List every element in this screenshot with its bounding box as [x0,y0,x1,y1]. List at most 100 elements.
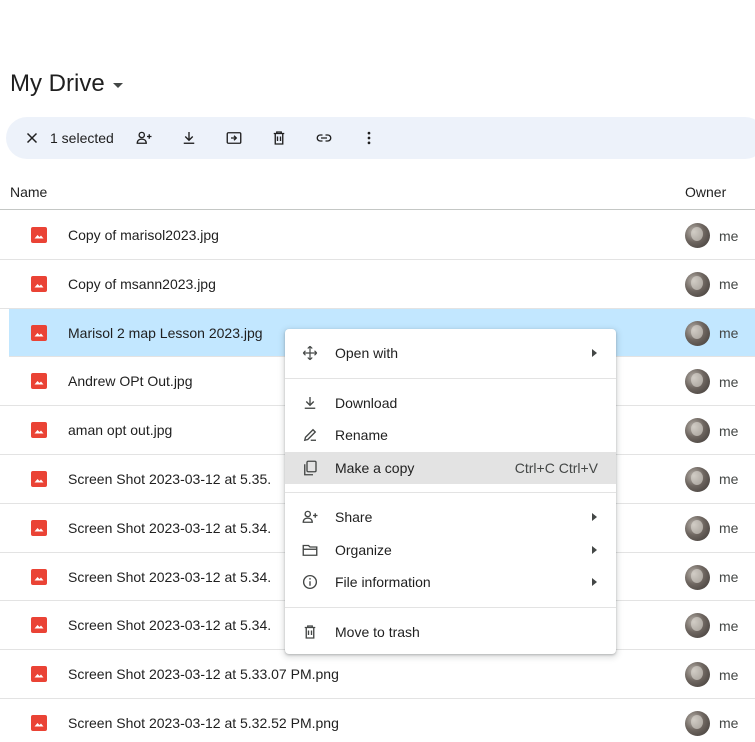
menu-label: Download [335,394,398,411]
image-file-icon [31,275,47,292]
menu-item-file-information[interactable]: File information [285,566,616,599]
menu-label: Rename [335,427,388,443]
owner-label: me [719,325,739,342]
menu-label: Make a copy [335,459,415,476]
image-file-icon [31,470,47,487]
move-button[interactable] [216,120,252,156]
info-icon [301,573,319,591]
keyboard-shortcut: Ctrl+C Ctrl+V [514,459,598,476]
submenu-arrow-icon [592,513,597,521]
selected-count: 1 selected [50,130,114,146]
avatar [685,613,710,639]
download-button[interactable] [171,120,207,156]
selection-toolbar: 1 selected [6,117,755,159]
open-with-icon [301,344,319,362]
image-file-icon [31,324,47,341]
menu-label: Move to trash [335,623,420,640]
menu-label: Organize [335,541,392,558]
menu-item-move-to-trash[interactable]: Move to trash [285,616,616,649]
add-person-icon [136,131,152,144]
owner-cell: me [685,710,739,736]
submenu-arrow-icon [592,349,597,357]
menu-item-download[interactable]: Download [285,387,616,420]
column-owner[interactable]: Owner [685,184,726,200]
file-name: Screen Shot 2023-03-12 at 5.34. [68,568,272,585]
owner-cell: me [685,320,739,346]
owner-label: me [719,373,739,390]
column-header: Name Owner [0,176,755,210]
copy-icon [301,459,319,477]
avatar [685,418,710,444]
caret-down-icon [112,82,123,88]
file-name: Screen Shot 2023-03-12 at 5.35. [68,470,272,487]
menu-item-rename[interactable]: Rename [285,419,616,452]
image-file-icon [31,519,47,536]
image-file-icon [31,714,47,731]
avatar [685,223,710,248]
image-file-icon [31,666,47,683]
owner-label: me [719,666,739,683]
avatar [685,466,710,492]
owner-cell: me [685,613,738,639]
file-name: Screen Shot 2023-03-12 at 5.34. [68,617,272,634]
menu-item-make-a-copy[interactable]: Make a copy Ctrl+C Ctrl+V [285,451,616,484]
column-name[interactable]: Name [10,184,47,200]
owner-cell: me [685,662,739,688]
avatar [685,369,710,395]
owner-cell: me [685,564,739,590]
menu-label: File information [335,574,431,590]
owner-cell: me [685,418,739,444]
owner-label: me [719,569,739,586]
pencil-icon [301,426,319,444]
file-row[interactable]: Screen Shot 2023-03-12 at 5.33.07 PM.png… [0,650,755,699]
context-menu: Open with Download Rename Make a copy Ct… [285,329,616,654]
image-file-icon [31,227,47,243]
owner-cell: me [685,466,739,492]
menu-label: Open with [335,345,399,361]
avatar [685,515,710,541]
close-icon [26,132,38,144]
owner-label: me [719,715,739,732]
more-actions-button[interactable] [351,120,387,156]
owner-label: me [719,422,739,439]
owner-cell: me [685,271,739,297]
submenu-arrow-icon [592,578,597,586]
menu-item-organize[interactable]: Organize [285,534,616,567]
menu-item-open-with[interactable]: Open with [285,337,616,370]
image-file-icon [31,568,47,585]
file-name: Marisol 2 map Lesson 2023.jpg [68,324,263,341]
avatar [685,710,710,736]
owner-label: me [719,520,739,537]
file-name: Copy of marisol2023.jpg [68,227,219,243]
share-button[interactable] [126,120,162,156]
owner-label: me [719,276,739,293]
menu-divider [285,492,616,493]
owner-label: me [719,471,739,488]
menu-label: Share [335,509,373,525]
my-drive-title[interactable]: My Drive [10,70,123,98]
avatar [685,662,710,688]
file-row[interactable]: Copy of marisol2023.jpg me [0,211,755,260]
owner-cell: me [685,223,738,248]
avatar [685,564,710,590]
copy-link-button[interactable] [306,120,342,156]
add-person-icon [301,508,319,526]
file-row[interactable]: Screen Shot 2023-03-12 at 5.32.52 PM.png… [0,699,755,742]
image-file-icon [31,373,47,390]
file-row[interactable]: Copy of msann2023.jpg me [0,260,755,309]
folder-icon [301,541,319,559]
avatar [685,320,710,346]
menu-divider [285,606,616,608]
menu-item-share[interactable]: Share [285,501,616,534]
file-name: Screen Shot 2023-03-12 at 5.33.07 PM.png [68,666,339,683]
owner-cell: me [685,515,739,541]
file-name: Andrew OPt Out.jpg [68,373,193,390]
download-icon [183,132,195,144]
image-file-icon [31,617,47,634]
move-to-folder-icon [226,132,242,144]
page-title: My Drive [10,70,105,97]
trash-icon [273,131,285,145]
menu-divider [285,377,616,379]
clear-selection-button[interactable] [18,120,46,156]
trash-button[interactable] [261,120,297,156]
